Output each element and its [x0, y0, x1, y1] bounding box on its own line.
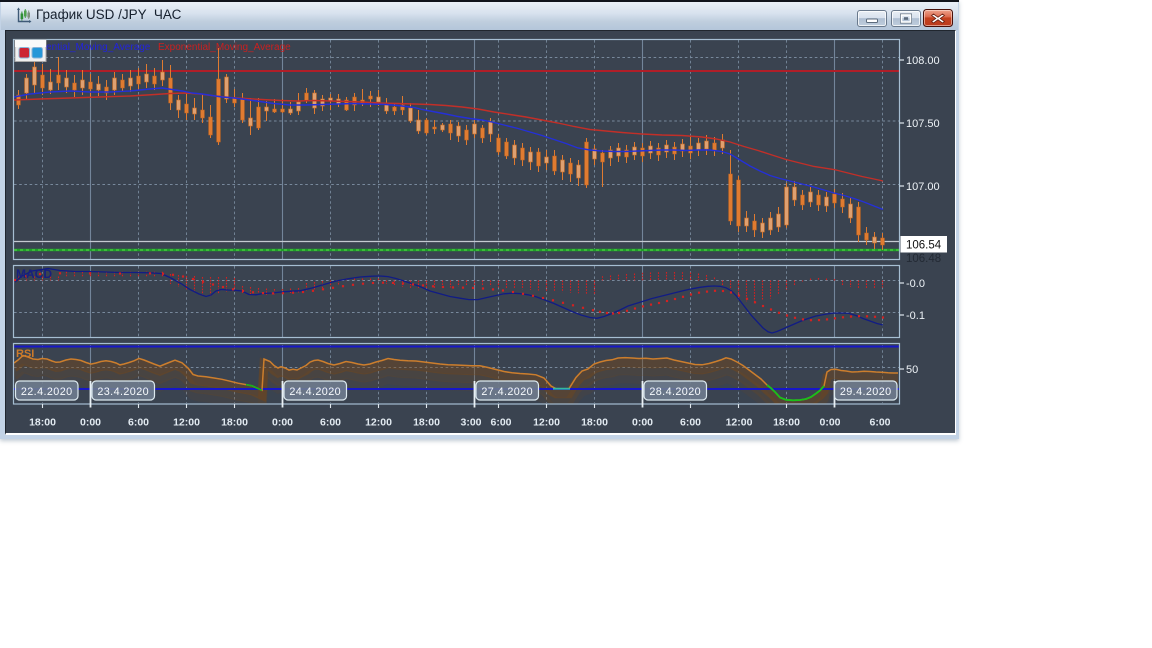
svg-text:6:00: 6:00: [128, 417, 149, 429]
svg-text:-0.1: -0.1: [906, 310, 925, 322]
svg-text:18:00: 18:00: [773, 417, 800, 429]
svg-text:6:00: 6:00: [490, 417, 511, 429]
svg-text:0:00: 0:00: [632, 417, 653, 429]
svg-text:12:00: 12:00: [173, 417, 200, 429]
svg-text:0:00: 0:00: [819, 417, 840, 429]
svg-text:107.50: 107.50: [906, 118, 940, 130]
svg-text:106.48: 106.48: [906, 253, 941, 265]
svg-text:-0.0: -0.0: [906, 278, 925, 290]
svg-text:23.4.2020: 23.4.2020: [97, 386, 149, 398]
svg-text:6:00: 6:00: [680, 417, 701, 429]
svg-text:107.00: 107.00: [906, 181, 940, 193]
svg-text:0:00: 0:00: [80, 417, 101, 429]
svg-text:6:00: 6:00: [320, 417, 341, 429]
svg-text:29.4.2020: 29.4.2020: [840, 386, 892, 398]
svg-text:12:00: 12:00: [726, 417, 753, 429]
svg-text:0:00: 0:00: [272, 417, 293, 429]
svg-text:28.4.2020: 28.4.2020: [649, 386, 701, 398]
svg-text:12:00: 12:00: [533, 417, 560, 429]
svg-text:18:00: 18:00: [581, 417, 608, 429]
svg-text:6:00: 6:00: [869, 417, 890, 429]
svg-text:108.00: 108.00: [906, 55, 940, 67]
svg-text:50: 50: [906, 364, 918, 376]
svg-text:MACD: MACD: [16, 267, 52, 281]
svg-text:RSI: RSI: [16, 348, 34, 360]
svg-text:18:00: 18:00: [221, 417, 248, 429]
svg-text:22.4.2020: 22.4.2020: [21, 386, 73, 398]
svg-text:106.54: 106.54: [906, 240, 942, 252]
svg-text:24.4.2020: 24.4.2020: [289, 386, 341, 398]
svg-text:27.4.2020: 27.4.2020: [481, 386, 533, 398]
svg-text:3:00: 3:00: [460, 417, 481, 429]
svg-text:18:00: 18:00: [413, 417, 440, 429]
svg-text:Exponential_Moving_Average: Exponential_Moving_Average: [158, 42, 291, 53]
svg-text:12:00: 12:00: [365, 417, 392, 429]
svg-text:18:00: 18:00: [29, 417, 56, 429]
